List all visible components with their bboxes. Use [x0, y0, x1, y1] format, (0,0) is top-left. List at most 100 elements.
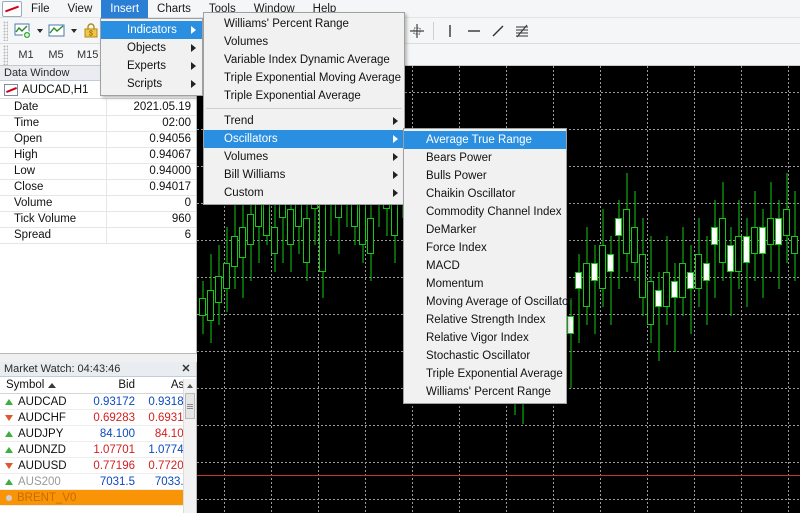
- table-row: Close 0.94017: [0, 179, 196, 196]
- menu-item-chaikin-oscillator[interactable]: Chaikin Oscillator: [404, 185, 566, 203]
- period-grip[interactable]: [3, 44, 8, 65]
- menu-item-relative-vigor-index[interactable]: Relative Vigor Index: [404, 329, 566, 347]
- symbol-label: AUDCHF: [18, 411, 66, 424]
- menu-item-label: Williams' Percent Range: [426, 386, 551, 398]
- candle-body: [319, 200, 326, 272]
- menu-item-label: Triple Exponential Moving Average: [224, 72, 402, 84]
- menu-item-bears-power[interactable]: Bears Power: [404, 149, 566, 167]
- row-label: Low: [0, 163, 108, 180]
- menu-item-commodity-channel-index[interactable]: Commodity Channel Index: [404, 203, 566, 221]
- menu-item-force-index[interactable]: Force Index: [404, 239, 566, 257]
- list-item[interactable]: AUDUSD 0.77196 0.77201: [0, 458, 196, 474]
- candle-wick: [674, 262, 675, 353]
- candle-body: [631, 226, 638, 263]
- menu-charts[interactable]: Charts: [148, 0, 200, 18]
- menu-item-williams-percent-range[interactable]: Williams' Percent Range: [404, 383, 566, 401]
- menu-item-relative-strength-index[interactable]: Relative Strength Index: [404, 311, 566, 329]
- submenu-arrow-icon: [191, 80, 196, 88]
- menu-item-experts[interactable]: Experts: [101, 57, 202, 75]
- menu-item-macd[interactable]: MACD: [404, 257, 566, 275]
- menu-file[interactable]: File: [22, 0, 59, 18]
- candlestick: [719, 66, 726, 513]
- chart-symbol-icon: [4, 83, 18, 96]
- candle-body: [247, 213, 254, 245]
- menu-item-stochastic-oscillator[interactable]: Stochastic Oscillator: [404, 347, 566, 365]
- menu-view[interactable]: View: [59, 0, 102, 18]
- column-header-bid[interactable]: Bid: [86, 379, 141, 391]
- menu-item-bulls-power[interactable]: Bulls Power: [404, 167, 566, 185]
- candle-body: [303, 217, 310, 263]
- submenu-arrow-icon: [393, 135, 398, 143]
- period-m5[interactable]: M5: [43, 45, 69, 65]
- new-chart-dropdown-icon[interactable]: [35, 20, 45, 42]
- period-m1[interactable]: M1: [13, 45, 39, 65]
- menu-insert[interactable]: Insert: [101, 0, 149, 18]
- candlestick: [615, 66, 622, 513]
- profiles-dropdown-icon[interactable]: [69, 20, 79, 42]
- menu-item-momentum[interactable]: Momentum: [404, 275, 566, 293]
- crosshair-icon[interactable]: [406, 20, 428, 42]
- menu-item-label: Objects: [127, 42, 166, 54]
- list-item[interactable]: AUDCHF 0.69283 0.69313: [0, 410, 196, 426]
- bid-value: 0.69283: [93, 411, 135, 424]
- menu-item-oscillators[interactable]: Oscillators: [204, 130, 404, 148]
- toolbar-grip[interactable]: [3, 20, 8, 41]
- table-row: Tick Volume 960: [0, 211, 196, 228]
- table-row: Open 0.94056: [0, 131, 196, 148]
- period-m15[interactable]: M15: [73, 45, 102, 65]
- submenu-arrow-icon: [393, 189, 398, 197]
- list-item[interactable]: BRENT_V0: [0, 490, 196, 506]
- ask-price-line: [197, 475, 800, 476]
- candle-body: [231, 235, 238, 268]
- menu-item-triple-exponential-average[interactable]: Triple Exponential Average: [204, 87, 404, 105]
- row-label: Tick Volume: [0, 211, 108, 228]
- candle-body: [271, 226, 278, 254]
- profiles-icon[interactable]: [46, 20, 68, 42]
- menu-item-volumes[interactable]: Volumes: [204, 33, 404, 51]
- list-item[interactable]: AUS200 7031.5 7033.0: [0, 474, 196, 490]
- vertical-line-icon[interactable]: [439, 20, 461, 42]
- menu-item-demarker[interactable]: DeMarker: [404, 221, 566, 239]
- menu-item-average-true-range[interactable]: Average True Range: [404, 131, 566, 149]
- close-icon[interactable]: ✕: [180, 363, 192, 375]
- horizontal-line-icon[interactable]: [463, 20, 485, 42]
- menu-item-trend[interactable]: Trend: [204, 112, 404, 130]
- menu-item-triple-exponential-moving-average[interactable]: Triple Exponential Moving Average: [204, 69, 404, 87]
- list-item[interactable]: AUDJPY 84.100 84.105: [0, 426, 196, 442]
- candle-body: [727, 244, 734, 272]
- menu-item-moving-average-of-oscillator[interactable]: Moving Average of Oscillator: [404, 293, 572, 311]
- candle-body: [791, 235, 798, 254]
- symbol-label: AUDUSD: [18, 459, 67, 472]
- menu-item-label: Moving Average of Oscillator: [426, 296, 573, 308]
- candlestick: [655, 66, 662, 513]
- market-watch-scrollbar[interactable]: [183, 379, 196, 513]
- candle-body: [223, 262, 230, 290]
- candle-body: [663, 271, 670, 308]
- menu-item-indicators[interactable]: Indicators: [101, 21, 202, 39]
- menu-item-williams-percent-range[interactable]: Williams' Percent Range: [204, 15, 404, 33]
- fibonacci-icon[interactable]: [511, 20, 533, 42]
- candle-body: [759, 226, 766, 254]
- scroll-up-icon[interactable]: [184, 379, 196, 392]
- arrow-up-icon: [5, 446, 13, 453]
- new-order-icon[interactable]: $: [80, 20, 102, 42]
- menu-item-objects[interactable]: Objects: [101, 39, 202, 57]
- candle-body: [239, 226, 246, 259]
- list-item[interactable]: AUDNZD 1.07701 1.07740: [0, 442, 196, 458]
- list-item[interactable]: AUDCAD 0.93172 0.93182: [0, 394, 196, 410]
- candle-body: [639, 253, 646, 299]
- new-chart-icon[interactable]: [12, 20, 34, 42]
- candlestick: [703, 66, 710, 513]
- bid-value: 7031.5: [99, 475, 135, 488]
- menu-item-custom[interactable]: Custom: [204, 184, 404, 202]
- menu-item-triple-exponential-average[interactable]: Triple Exponential Average: [404, 365, 566, 383]
- menu-item-variable-index-dynamic-average[interactable]: Variable Index Dynamic Average: [204, 51, 404, 69]
- menu-item-bill-williams[interactable]: Bill Williams: [204, 166, 404, 184]
- trendline-icon[interactable]: [487, 20, 509, 42]
- menu-item-volumes[interactable]: Volumes: [204, 148, 404, 166]
- column-header-symbol[interactable]: Symbol: [0, 379, 86, 391]
- menu-item-label: Force Index: [426, 242, 487, 254]
- scrollbar-thumb[interactable]: [185, 393, 195, 419]
- menu-item-scripts[interactable]: Scripts: [101, 75, 202, 93]
- candle-body: [623, 209, 630, 254]
